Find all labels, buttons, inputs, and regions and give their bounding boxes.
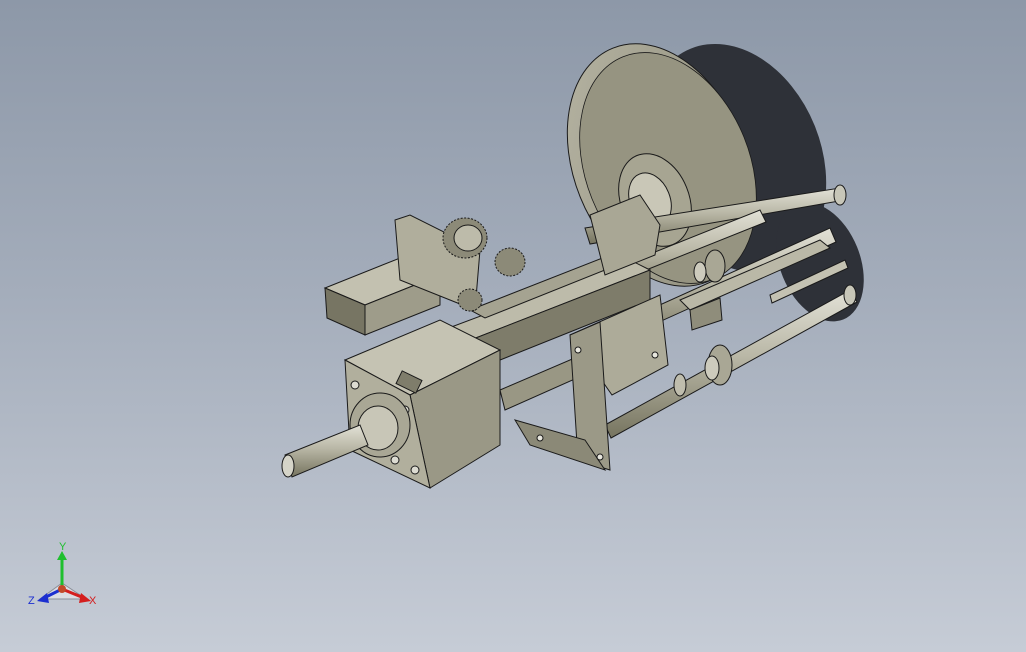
z-axis-label: Z xyxy=(28,595,35,607)
triad-origin-icon xyxy=(58,585,66,593)
cad-viewport[interactable]: Y X Z xyxy=(0,0,1026,652)
cad-model-assembly[interactable] xyxy=(0,0,1026,652)
y-axis-label: Y xyxy=(59,541,67,553)
gearbox-housing[interactable] xyxy=(343,319,502,489)
triad-graphic xyxy=(37,551,91,603)
z-axis-arrow-icon xyxy=(37,593,49,603)
x-axis-label: X xyxy=(89,595,97,607)
view-orientation-triad[interactable]: Y X Z xyxy=(24,536,110,616)
